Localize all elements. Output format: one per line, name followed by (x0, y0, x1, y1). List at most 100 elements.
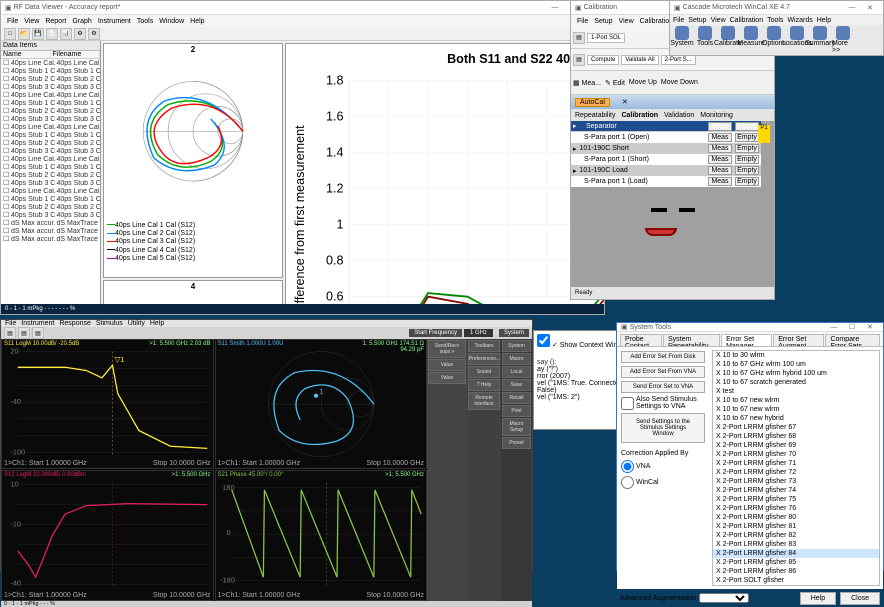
error-set-item[interactable]: X 10 to 30 wlrm (713, 351, 879, 360)
menu-help[interactable]: Help (190, 18, 204, 25)
vna-trace-t1[interactable]: S11 LogM 10.00dB/ -20.5dB >1: 5.500 GHz … (1, 339, 214, 469)
error-set-item[interactable]: X 10 to 67 new wlrm (713, 396, 879, 405)
movedown-btn[interactable]: Move Down (661, 79, 698, 86)
help-button[interactable]: Help (800, 592, 836, 605)
cal-tab-repeatability[interactable]: Repeatability (575, 112, 615, 119)
data-item-row[interactable]: ☐40ps Line Cal...40ps Line Cal 1 ... (1, 59, 100, 67)
error-set-list[interactable]: X 10 to 30 wlrmX 10 to 67 GHz wlrm 100 u… (712, 350, 880, 586)
vna-side-btn[interactable]: Preferences... (468, 353, 500, 365)
start-freq-value[interactable]: 1 GHz (464, 329, 493, 337)
rfdv-titlebar[interactable]: ▣ RF Data Viewer - Accuracy report* — ☐ … (1, 1, 604, 15)
menu-file[interactable]: File (5, 320, 16, 327)
data-item-row[interactable]: ☐40ps Line Cal...40ps Line Cal 3 ... (1, 123, 100, 131)
data-item-row[interactable]: ☐40ps Line Cal...40ps Line Cal 4 ... (1, 155, 100, 163)
save-icon[interactable]: 💾 (32, 28, 44, 40)
send-stim-btn[interactable]: Send Settings to the Stimulus Settings W… (621, 413, 705, 443)
error-set-item[interactable]: X 10 to 67 new wlrm (713, 405, 879, 414)
wincal-calibrate-icon[interactable]: Calibrate (717, 26, 739, 54)
col-filename[interactable]: Filename (51, 51, 101, 58)
corr-wincal-radio[interactable]: WinCal (621, 476, 705, 489)
vna-side-btn[interactable]: Local (502, 366, 531, 378)
close-button[interactable]: Close (840, 592, 880, 605)
syst-tab[interactable]: Error Set Augment (773, 334, 824, 346)
smith-chart-2[interactable]: 2 40ps Line Cal 1 Cal (S12) 40ps Line Ca… (103, 43, 283, 278)
cal-tab-validation[interactable]: Validation (664, 112, 694, 119)
syst-tab[interactable]: Compare Error Sets (825, 334, 880, 346)
wincal-more-icon[interactable]: More >> (832, 26, 854, 54)
error-set-item[interactable]: X 2-Port LRRM gfisher 69 (713, 441, 879, 450)
syst-tabs[interactable]: Probe ContactSystem RepeatabilityError S… (617, 332, 883, 346)
cal-step-row[interactable]: ▸101-190C ShortMeasEmpty (571, 143, 761, 154)
menu-help[interactable]: Help (150, 320, 164, 327)
wincal-summary-icon[interactable]: Summary (809, 26, 831, 54)
cal-empty-hdr[interactable]: Empty (735, 122, 759, 131)
vna-side-btn[interactable]: Preset (502, 437, 531, 449)
add-from-disk-btn[interactable]: Add Error Set From Disk (621, 351, 705, 363)
vna-side-btn[interactable]: Value (428, 359, 466, 371)
error-set-item[interactable]: X 10 to 67 GHz wlrm hybrid 100 um (713, 369, 879, 378)
show-context-checkbox[interactable] (537, 334, 550, 347)
data-item-row[interactable]: ☐40ps Stub 1 C...40ps Stub 1 Cal... (1, 67, 100, 75)
syst-tab[interactable]: Error Set Manager (721, 334, 772, 346)
data-item-row[interactable]: ☐40ps Stub 2 C...40ps Stub 2 Cal... (1, 139, 100, 147)
data-item-row[interactable]: ☐40ps Stub 3 C...40ps Stub 3 Cal... (1, 83, 100, 91)
minimize-button[interactable]: — (546, 4, 564, 11)
error-set-item[interactable]: X 2-Port LRRM gfisher 83 (713, 540, 879, 549)
cal-validate-btn[interactable]: Validate All (621, 55, 658, 65)
error-set-item[interactable]: X 10 to 67 scratch generated (713, 378, 879, 387)
menu-instrument[interactable]: Instrument (98, 18, 131, 25)
cal-meas-hdr[interactable]: Meas (708, 122, 732, 131)
corr-vna-radio[interactable]: VNA (621, 460, 705, 473)
measure-icon[interactable]: ▦ Mea... (573, 79, 601, 87)
edit-icon[interactable]: ✎ Edit (605, 79, 625, 87)
cal-compute-btn[interactable]: Compute (587, 55, 619, 65)
syst-titlebar[interactable]: ▣ System Tools — ☐ ✕ (617, 323, 883, 332)
maximize-button[interactable]: ☐ (843, 323, 861, 331)
error-set-item[interactable]: X 10 to 67 new hybrid (713, 414, 879, 423)
vna-side-btn[interactable]: Toolbars (468, 340, 500, 352)
data-item-row[interactable]: ☐40ps Stub 1 C...40ps Stub 1 Cal... (1, 131, 100, 139)
error-set-item[interactable]: X 2-Port LRRM gfisher 75 (713, 495, 879, 504)
syst-tab[interactable]: System Repeatability (663, 334, 720, 346)
smith-chart-4[interactable]: 4 40ps Line Cal 1 Cal (S21) 40ps Line Ca… (103, 280, 283, 304)
wincal-titlebar[interactable]: ▣ Cascade Microtech WinCal XE 4.7 — ✕ (670, 1, 883, 15)
also-send-checkbox[interactable]: Also Send Stimulus Settings to VNA (621, 396, 705, 410)
menu-response[interactable]: Response (59, 320, 91, 327)
error-set-item[interactable]: X 2-Port LRRM gfisher 82 (713, 531, 879, 540)
vna-tool-icon[interactable]: ▤ (32, 327, 44, 339)
cal-tool-icon[interactable]: ▤ (573, 54, 585, 66)
vna-side-btn[interactable]: Sound (468, 366, 500, 378)
send-to-vna-btn[interactable]: Send Error Set to VNA (621, 381, 705, 393)
data-items-list[interactable]: ☐40ps Line Cal...40ps Line Cal 1 ...☐40p… (1, 59, 100, 304)
menu-tools[interactable]: Tools (767, 17, 783, 24)
error-set-item[interactable]: X test (713, 387, 879, 396)
menu-tools[interactable]: Tools (137, 18, 153, 25)
close-button[interactable]: ✕ (861, 4, 879, 12)
menu-view[interactable]: View (619, 18, 634, 25)
data-item-row[interactable]: ☐40ps Stub 2 C...40ps Stub 2 Cal... (1, 203, 100, 211)
aug-select[interactable] (699, 593, 749, 603)
vna-trace-t2[interactable]: S11 Smith 1.000U 1.00U 1: 5.500 GHz 174.… (215, 339, 428, 469)
data-item-row[interactable]: ☐40ps Stub 3 C...40ps Stub 3 Cal... (1, 115, 100, 123)
vna-trace-t3[interactable]: S12 LogM 10.000dB/ 0.00dBm >1: 5.500 GHz… (1, 470, 214, 600)
report-icon[interactable]: 📄 (46, 28, 58, 40)
wincal-measure-icon[interactable]: Measure (740, 26, 762, 54)
cal-1port-btn[interactable]: 1-Port SOL (587, 33, 625, 43)
data-item-row[interactable]: ☐40ps Stub 1 C...40ps Stub 1 Cal... (1, 163, 100, 171)
tool2-icon[interactable]: ⚙ (88, 28, 100, 40)
vna-side-btn[interactable]: Macro (502, 353, 531, 365)
error-set-item[interactable]: X 2-Port SOLT gfisher (713, 576, 879, 585)
error-set-item[interactable]: X 2-Port LRRM gfisher 76 (713, 504, 879, 513)
error-set-item[interactable]: X 2-Port LRRM gfisher 72 (713, 468, 879, 477)
data-item-row[interactable]: ☐40ps Stub 1 C...40ps Stub 1 Cal... (1, 195, 100, 203)
data-item-row[interactable]: ☐40ps Line Cal...40ps Line Cal 5 ... (1, 187, 100, 195)
menu-calibration[interactable]: Calibration (730, 17, 763, 24)
data-item-row[interactable]: ☐40ps Stub 3 C...40ps Stub 3 Cal... (1, 211, 100, 219)
menu-stimulus[interactable]: Stimulus (96, 320, 123, 327)
error-set-item[interactable]: X 2-Port LRRM gfisher 85 (713, 558, 879, 567)
vna-side-btn[interactable]: Macro Setup (502, 418, 531, 436)
menu-graph[interactable]: Graph (72, 18, 91, 25)
vna-side-btn[interactable]: Recall (502, 392, 531, 404)
data-item-row[interactable]: ☐40ps Stub 3 C...40ps Stub 3 Cal... (1, 179, 100, 187)
moveup-btn[interactable]: Move Up (629, 79, 657, 86)
